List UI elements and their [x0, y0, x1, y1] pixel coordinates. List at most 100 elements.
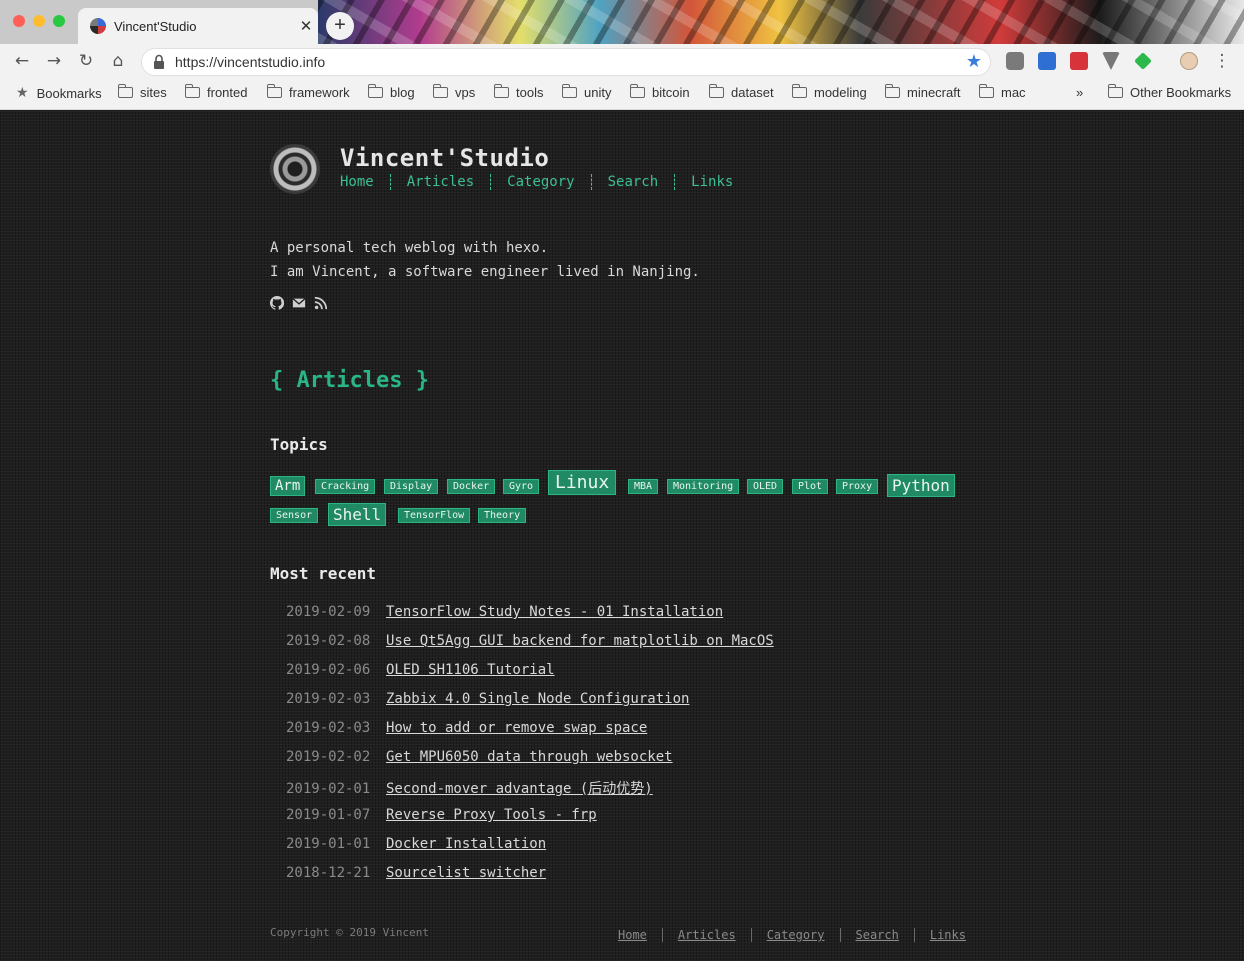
post-link[interactable]: Reverse Proxy Tools - frp [386, 807, 597, 823]
list-item: 2019-02-02 Get MPU6050 data through webso… [286, 749, 673, 765]
incognito-extension-icon[interactable] [1006, 52, 1024, 70]
post-date: 2019-02-03 [286, 691, 371, 707]
mail-icon[interactable] [292, 295, 306, 309]
site-title[interactable]: Vincent'Studio [340, 144, 549, 172]
address-bar[interactable]: https://vincentstudio.info ★ [141, 48, 991, 76]
lock-icon [154, 54, 164, 69]
post-link[interactable]: TensorFlow Study Notes - 01 Installation [386, 604, 723, 620]
tag-oled[interactable]: OLED [747, 479, 784, 494]
bookmark-folder-other[interactable]: Other Bookmarks [1107, 84, 1231, 100]
footer-nav-search[interactable]: Search [839, 928, 914, 942]
folder-icon [117, 84, 133, 98]
footer-nav-links[interactable]: Links [913, 928, 981, 942]
green-extension-icon[interactable] [1134, 52, 1152, 70]
bookmark-item-bookmarks[interactable]: ★ Bookmarks [16, 85, 102, 101]
footer-nav-category[interactable]: Category [750, 928, 840, 942]
tag-theory[interactable]: Theory [478, 508, 527, 523]
footer-nav-articles[interactable]: Articles [661, 928, 751, 942]
bookmark-label: vps [455, 85, 476, 100]
bookmark-label: fronted [207, 85, 248, 100]
new-tab-button[interactable]: + [326, 12, 354, 40]
post-link[interactable]: How to add or remove swap space [386, 720, 647, 736]
tag-arm[interactable]: Arm [270, 476, 306, 496]
post-link[interactable]: Second-mover advantage (后动优势) [386, 781, 653, 797]
post-link[interactable]: Docker Installation [386, 836, 546, 852]
bookmarks-overflow-button[interactable]: » [1076, 85, 1083, 100]
bookmark-label: dataset [731, 85, 774, 100]
tag-linux[interactable]: Linux [548, 470, 617, 495]
bookmark-label: mac [1001, 85, 1026, 100]
folder-icon [708, 84, 724, 98]
folder-icon [561, 84, 577, 98]
nav-search[interactable]: Search [590, 174, 675, 190]
tag-monitoring[interactable]: Monitoring [667, 479, 740, 494]
window-zoom-button[interactable] [53, 15, 65, 27]
intro-line: A personal tech weblog with hexo. [270, 240, 549, 256]
bookmark-folder-minecraft[interactable]: minecraft [884, 84, 960, 100]
folder-icon [629, 84, 645, 98]
post-link[interactable]: Get MPU6050 data through websocket [386, 749, 673, 765]
bookmark-folder-unity[interactable]: unity [561, 84, 611, 100]
nav-links[interactable]: Links [674, 174, 749, 190]
bookmark-folder-tools[interactable]: tools [493, 84, 543, 100]
bookmark-folder-sites[interactable]: sites [117, 84, 167, 100]
bookmark-folder-bitcoin[interactable]: bitcoin [629, 84, 690, 100]
nav-home[interactable]: Home [340, 174, 390, 190]
v-extension-icon[interactable] [1102, 52, 1120, 70]
browser-tab[interactable]: Vincent'Studio ✕ [78, 8, 318, 44]
nav-articles[interactable]: Articles [389, 174, 490, 190]
reload-icon[interactable]: ↻ [74, 49, 98, 73]
tag-shell[interactable]: Shell [328, 503, 387, 526]
list-item: 2019-02-03 Zabbix 4.0 Single Node Configu… [286, 691, 689, 707]
back-arrow-icon[interactable]: ← [10, 49, 34, 73]
folder-icon [884, 84, 900, 98]
s-extension-icon[interactable] [1038, 52, 1056, 70]
bookmark-label: framework [289, 85, 350, 100]
post-date: 2019-02-06 [286, 662, 371, 678]
bookmark-folder-mac[interactable]: mac [978, 84, 1026, 100]
tag-tensorflow[interactable]: TensorFlow [398, 508, 471, 523]
bookmark-folder-modeling[interactable]: modeling [791, 84, 867, 100]
tag-mba[interactable]: MBA [628, 479, 659, 494]
site-logo[interactable] [270, 144, 320, 194]
bookmark-folder-framework[interactable]: framework [266, 84, 350, 100]
bookmarks-star-icon: ★ [16, 85, 29, 101]
window-minimize-button[interactable] [33, 15, 45, 27]
tag-proxy[interactable]: Proxy [836, 479, 879, 494]
footer-nav-home[interactable]: Home [618, 928, 662, 942]
post-link[interactable]: Use Qt5Agg GUI backend for matplotlib on… [386, 633, 774, 649]
post-link[interactable]: Sourcelist switcher [386, 865, 546, 881]
forward-arrow-icon[interactable]: → [42, 49, 66, 73]
red-extension-icon[interactable] [1070, 52, 1088, 70]
intro-line: I am Vincent, a software engineer lived … [270, 264, 700, 280]
github-icon[interactable] [269, 295, 285, 310]
profile-avatar[interactable] [1180, 52, 1198, 70]
tag-cracking[interactable]: Cracking [315, 479, 376, 494]
menu-dots-icon[interactable]: ⋮ [1210, 49, 1234, 73]
bookmark-folder-vps[interactable]: vps [432, 84, 476, 100]
nav-category[interactable]: Category [490, 174, 590, 190]
bookmark-folder-blog[interactable]: blog [367, 84, 415, 100]
window-close-button[interactable] [13, 15, 25, 27]
home-icon[interactable]: ⌂ [106, 49, 130, 73]
rss-icon[interactable] [314, 295, 328, 310]
bookmark-star-icon[interactable]: ★ [966, 51, 982, 72]
post-link[interactable]: Zabbix 4.0 Single Node Configuration [386, 691, 689, 707]
bookmark-folder-fronted[interactable]: fronted [184, 84, 248, 100]
bookmark-label: bitcoin [652, 85, 690, 100]
bookmark-label: blog [390, 85, 415, 100]
post-date: 2019-01-01 [286, 836, 371, 852]
articles-heading: { Articles } [270, 368, 429, 393]
tag-plot[interactable]: Plot [792, 479, 829, 494]
intro: A personal tech weblog with hexo. I am V… [270, 236, 700, 284]
post-date: 2019-02-03 [286, 720, 371, 736]
tag-display[interactable]: Display [384, 479, 439, 494]
post-link[interactable]: OLED SH1106 Tutorial [386, 662, 555, 678]
tag-gyro[interactable]: Gyro [503, 479, 540, 494]
tag-sensor[interactable]: Sensor [270, 508, 319, 523]
tag-docker[interactable]: Docker [447, 479, 496, 494]
tab-close-icon[interactable]: ✕ [294, 17, 318, 35]
folder-icon [493, 84, 509, 98]
bookmark-folder-dataset[interactable]: dataset [708, 84, 774, 100]
tag-python[interactable]: Python [887, 474, 955, 497]
